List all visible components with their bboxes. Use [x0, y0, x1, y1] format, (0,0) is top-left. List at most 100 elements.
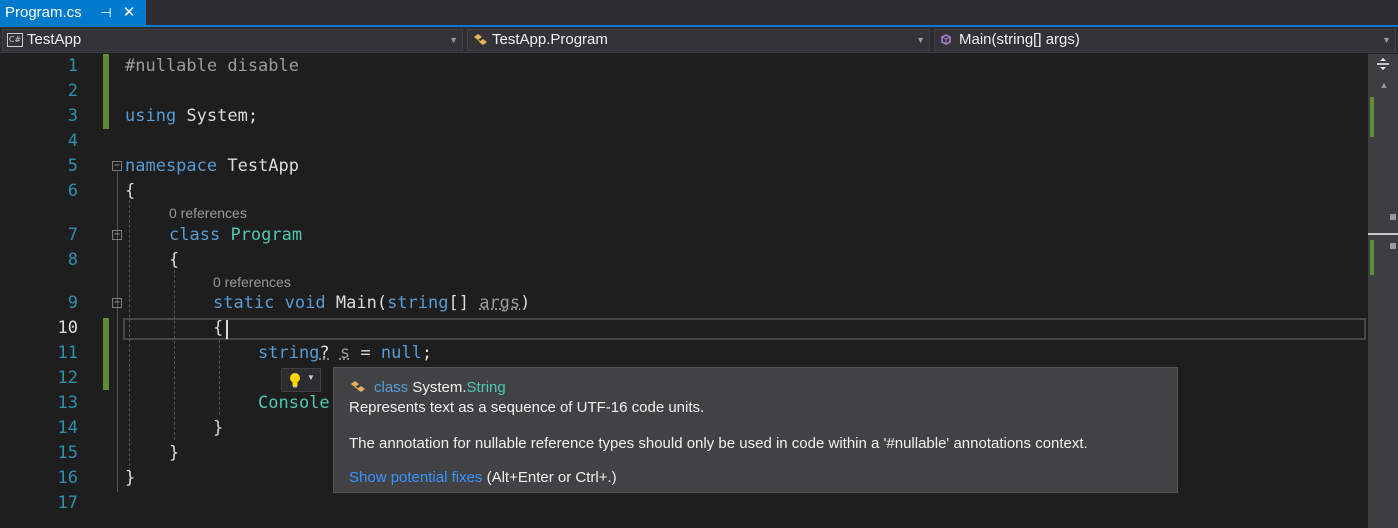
- project-dropdown-label: TestApp: [27, 31, 82, 48]
- code-text: }: [213, 418, 224, 438]
- chevron-down-icon: ▼: [916, 35, 925, 45]
- line-number: 9: [67, 293, 78, 313]
- tooltip-fix-row: Show potential fixes (Alt+Enter or Ctrl+…: [349, 469, 617, 486]
- code-line: #nullable disable: [125, 56, 299, 76]
- code-line: {: [125, 181, 135, 201]
- quick-info-tooltip: class System.String Represents text as a…: [333, 367, 1178, 493]
- line-number: 13: [57, 393, 78, 413]
- keyword: string: [387, 293, 449, 313]
- type-dropdown[interactable]: TestApp.Program ▼: [467, 29, 930, 51]
- codelens-references[interactable]: 0 references: [169, 205, 247, 221]
- tooltip-signature: class System.String: [374, 379, 506, 396]
- code-text: {: [169, 250, 180, 270]
- text-caret: [226, 320, 228, 339]
- line-number: 2: [67, 81, 78, 101]
- preprocessor-directive: #nullable disable: [125, 56, 299, 76]
- line-number: 6: [67, 181, 78, 201]
- code-line: }: [213, 418, 223, 438]
- indent-guide: [129, 200, 130, 486]
- class-icon: [472, 33, 488, 47]
- type-name: Console: [258, 393, 330, 413]
- tooltip-diagnostic-message: The annotation for nullable reference ty…: [349, 435, 1088, 452]
- tab-title: Program.cs: [5, 4, 82, 21]
- scrollbar-annotation-marker: [1390, 214, 1396, 220]
- code-text: }: [169, 443, 180, 463]
- line-number: 7: [67, 225, 78, 245]
- code-line: using System;: [125, 106, 258, 126]
- member-dropdown-label: Main(string[] args): [959, 31, 1080, 48]
- line-number: 16: [57, 468, 78, 488]
- keyword: class: [169, 225, 221, 245]
- keyword: using: [125, 106, 177, 126]
- code-text: ;: [421, 343, 433, 363]
- tooltip-keyword: class: [374, 379, 409, 396]
- code-text: TestApp: [217, 156, 300, 176]
- class-icon: [349, 379, 367, 395]
- keyword: string: [258, 343, 320, 363]
- tab-program-cs[interactable]: Program.cs ⊣ ✕: [0, 0, 146, 25]
- pin-icon[interactable]: ⊣: [98, 0, 114, 25]
- collapse-toggle[interactable]: −: [112, 161, 122, 171]
- line-number: 10: [57, 318, 78, 338]
- code-text: []: [448, 293, 480, 313]
- code-line: string? s = null;: [258, 343, 432, 363]
- quick-actions-lightbulb[interactable]: ▼: [281, 368, 321, 392]
- method-name: Main(: [335, 293, 388, 313]
- type-dropdown-label: TestApp.Program: [492, 31, 608, 48]
- keyword: namespace: [125, 156, 218, 176]
- scrollbar-caret-marker: [1368, 233, 1398, 235]
- code-text: ): [520, 293, 531, 313]
- navigation-bar: C# TestApp ▼ TestApp.Program ▼ Main(stri…: [0, 27, 1398, 53]
- line-number: 17: [57, 493, 78, 513]
- csharp-project-icon: C#: [7, 33, 23, 47]
- chevron-down-icon: ▼: [307, 373, 315, 382]
- line-number: 5: [67, 156, 78, 176]
- line-number: 15: [57, 443, 78, 463]
- code-line: {: [213, 318, 223, 338]
- line-number: 14: [57, 418, 78, 438]
- code-line: {: [169, 250, 179, 270]
- lightbulb-icon: [286, 371, 304, 389]
- change-marker: [103, 318, 109, 390]
- scrollbar-change-marker: [1370, 240, 1374, 275]
- code-text: {: [125, 181, 136, 201]
- method-icon: [939, 33, 955, 47]
- scroll-up-arrow-icon[interactable]: ▲: [1376, 80, 1392, 92]
- code-line: }: [169, 443, 179, 463]
- document-tab-bar: Program.cs ⊣ ✕: [0, 0, 1398, 27]
- scrollbar-change-marker: [1370, 97, 1374, 137]
- line-number: 8: [67, 250, 78, 270]
- line-number: 11: [57, 343, 78, 363]
- code-text: =: [350, 343, 381, 363]
- type-name: Program: [230, 225, 303, 245]
- current-line-highlight: [123, 318, 1366, 340]
- outline-line: [117, 172, 118, 492]
- indent-guide: [174, 270, 175, 440]
- keyword: static: [213, 293, 275, 313]
- code-line: class Program: [169, 225, 302, 245]
- tooltip-shortcut: (Alt+Enter or Ctrl+.): [482, 469, 617, 486]
- nullable-annotation-warning[interactable]: ?: [319, 343, 329, 363]
- code-text: System;: [176, 106, 259, 126]
- code-line: }: [125, 468, 135, 488]
- member-dropdown[interactable]: Main(string[] args) ▼: [934, 29, 1396, 51]
- split-window-icon[interactable]: [1372, 57, 1394, 75]
- show-potential-fixes-link[interactable]: Show potential fixes: [349, 469, 482, 486]
- scrollbar-annotation-marker: [1390, 243, 1396, 249]
- keyword: null: [380, 343, 422, 363]
- collapse-toggle[interactable]: −: [112, 230, 122, 240]
- code-line: static void Main(string[] args): [213, 293, 530, 313]
- change-marker: [103, 54, 109, 129]
- codelens-references[interactable]: 0 references: [213, 274, 291, 290]
- line-number: 1: [67, 56, 78, 76]
- line-number: 3: [67, 106, 78, 126]
- collapse-toggle[interactable]: −: [112, 298, 122, 308]
- project-dropdown[interactable]: C# TestApp ▼: [2, 29, 463, 51]
- variable-name: s: [339, 343, 351, 363]
- chevron-down-icon: ▼: [1382, 35, 1391, 45]
- code-text: }: [125, 468, 136, 488]
- close-icon[interactable]: ✕: [120, 0, 138, 25]
- tooltip-type: String: [466, 379, 506, 396]
- indent-guide: [219, 340, 220, 415]
- line-number: 12: [57, 368, 78, 388]
